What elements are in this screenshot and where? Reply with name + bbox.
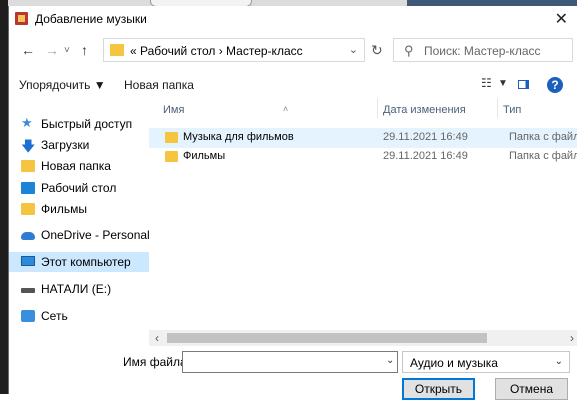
drive-icon: [21, 288, 35, 293]
file-name: Фильмы: [183, 150, 226, 162]
file-type: Папка с файлами: [509, 150, 577, 162]
scroll-right-icon[interactable]: ›: [570, 331, 574, 345]
sidebar-item-label: Быстрый доступ: [41, 117, 133, 131]
file-type-filter[interactable]: Аудио и музыка ⌄: [402, 351, 570, 373]
folder-icon: [165, 151, 178, 162]
refresh-icon[interactable]: ↻: [371, 42, 383, 59]
sidebar-item-label: Загрузки: [41, 138, 90, 152]
sidebar-item-desktop[interactable]: Рабочий стол: [9, 178, 149, 198]
search-icon: ⚲: [404, 43, 414, 58]
breadcrumb-separator[interactable]: ›: [219, 44, 223, 58]
computer-icon: [21, 256, 35, 266]
sidebar-item-downloads[interactable]: 🡇 Загрузки: [9, 135, 149, 155]
preview-pane-icon[interactable]: [518, 80, 529, 89]
horizontal-scrollbar[interactable]: ‹ ›: [149, 330, 577, 346]
new-folder-button[interactable]: Новая папка: [124, 78, 194, 92]
file-type: Папка с файлами: [509, 131, 577, 143]
command-toolbar: Упорядочить ▼ Новая папка ☷ ▼ ?: [9, 72, 577, 98]
column-divider[interactable]: [377, 98, 378, 118]
star-icon: ★: [21, 115, 33, 130]
organize-button[interactable]: Упорядочить ▼: [19, 78, 106, 92]
sidebar-item-films[interactable]: Фильмы: [9, 199, 149, 219]
view-dropdown-icon[interactable]: ▼: [498, 78, 508, 89]
view-options-icon[interactable]: ☷: [481, 76, 492, 90]
download-icon: 🡇: [21, 138, 36, 154]
breadcrumb-master-class[interactable]: Мастер-класс: [226, 44, 303, 58]
close-button[interactable]: ✕: [555, 9, 568, 29]
breadcrumb-desktop[interactable]: Рабочий стол: [140, 44, 215, 58]
sidebar-item-label: Сеть: [41, 309, 68, 323]
open-button[interactable]: Открыть: [402, 378, 475, 400]
table-row[interactable]: Музыка для фильмов 29.11.2021 16:49 Папк…: [149, 128, 577, 148]
sidebar-item-network[interactable]: Сеть: [9, 306, 149, 326]
cancel-button[interactable]: Отмена: [495, 378, 568, 400]
folder-icon: [165, 132, 178, 143]
title-bar: Добавление музыки ✕: [9, 6, 577, 32]
column-header-label: Тип: [503, 104, 522, 116]
file-date: 29.11.2021 16:49: [383, 131, 468, 143]
desktop-icon: [21, 182, 35, 194]
scrollbar-thumb[interactable]: [167, 333, 487, 343]
chevron-down-icon: ⌄: [554, 356, 563, 367]
search-box[interactable]: ⚲ Поиск: Мастер-класс: [393, 38, 573, 62]
filename-input[interactable]: [182, 351, 398, 373]
sidebar-item-label: Этот компьютер: [41, 255, 131, 269]
sidebar-item-this-pc[interactable]: Этот компьютер: [9, 252, 149, 272]
sidebar-item-label: Фильмы: [41, 202, 87, 216]
file-list: Имя ˄ Дата изменения Тип Музыка для филь…: [149, 98, 577, 330]
sidebar-item-label: OneDrive - Personal: [41, 228, 150, 242]
back-arrow-icon[interactable]: ←: [21, 42, 35, 58]
address-path[interactable]: « Рабочий стол › Мастер-класс: [130, 44, 303, 58]
app-icon: [15, 12, 28, 25]
sidebar-item-onedrive[interactable]: OneDrive - Personal: [9, 225, 150, 245]
folder-icon: [110, 44, 124, 56]
folder-icon: [21, 160, 35, 172]
scroll-left-icon[interactable]: ‹: [155, 331, 159, 345]
file-date: 29.11.2021 16:49: [383, 150, 468, 162]
sidebar-item-label: Новая папка: [41, 159, 111, 173]
network-icon: [21, 310, 35, 322]
navigation-bar: ← → ˅ ↑ « Рабочий стол › Мастер-класс ⌄ …: [9, 36, 577, 64]
background-left: [0, 0, 8, 394]
file-open-dialog: Добавление музыки ✕ ← → ˅ ↑ « Рабочий ст…: [8, 6, 577, 400]
search-input[interactable]: Поиск: Мастер-класс: [424, 44, 541, 58]
sort-ascending-icon: ˄: [283, 104, 289, 114]
filename-dropdown-icon[interactable]: ⌄: [386, 355, 394, 366]
forward-arrow-icon[interactable]: →: [45, 42, 59, 58]
help-icon[interactable]: ?: [547, 77, 563, 93]
sidebar-item-drive-e[interactable]: НАТАЛИ (E:): [9, 279, 149, 299]
filename-label: Имя файла:: [123, 355, 190, 369]
address-dropdown-icon[interactable]: ⌄: [349, 43, 358, 56]
sidebar-item-quick-access[interactable]: ★ Быстрый доступ: [9, 114, 149, 134]
chevron-down-icon[interactable]: ˅: [64, 45, 70, 56]
column-header-label: Имя: [163, 104, 185, 116]
sidebar-item-new-folder[interactable]: Новая папка: [9, 156, 149, 176]
sidebar-item-label: Рабочий стол: [41, 181, 117, 195]
table-row[interactable]: Фильмы 29.11.2021 16:49 Папка с файлами: [149, 147, 577, 167]
window-title: Добавление музыки: [35, 12, 147, 26]
file-name: Музыка для фильмов: [183, 131, 294, 143]
cloud-icon: [21, 232, 35, 240]
sidebar-item-label: НАТАЛИ (E:): [41, 282, 112, 296]
folder-icon: [21, 203, 35, 215]
column-header-label: Дата изменения: [383, 104, 466, 116]
file-type-filter-value: Аудио и музыка: [410, 356, 498, 370]
address-bar[interactable]: « Рабочий стол › Мастер-класс ⌄: [103, 38, 365, 62]
column-divider[interactable]: [497, 98, 498, 118]
address-overflow[interactable]: «: [130, 44, 137, 58]
up-arrow-icon[interactable]: ↑: [81, 42, 88, 58]
dialog-footer: Имя файла: ⌄ Аудио и музыка ⌄ Открыть От…: [9, 346, 577, 400]
navigation-pane: ★ Быстрый доступ 🡇 Загрузки Новая папка …: [9, 98, 150, 330]
